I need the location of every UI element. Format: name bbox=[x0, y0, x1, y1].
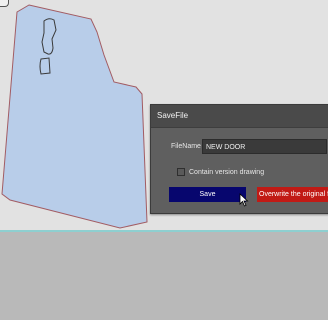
save-button[interactable]: Save bbox=[169, 187, 246, 202]
mouse-pointer-icon bbox=[239, 193, 249, 207]
version-drawing-label[interactable]: Contain version drawing bbox=[189, 167, 264, 178]
lower-panel bbox=[0, 232, 328, 320]
version-drawing-checkbox[interactable] bbox=[177, 168, 185, 176]
filename-input[interactable]: NEW DOOR bbox=[202, 139, 327, 154]
overwrite-original-button[interactable]: Overwrite the original file bbox=[257, 187, 328, 202]
door-panel-shape[interactable] bbox=[1, 4, 148, 229]
dialog-title: SaveFile bbox=[151, 105, 328, 128]
filename-label: FileName bbox=[171, 143, 201, 150]
door-handle-slot-lower[interactable] bbox=[39, 57, 51, 75]
